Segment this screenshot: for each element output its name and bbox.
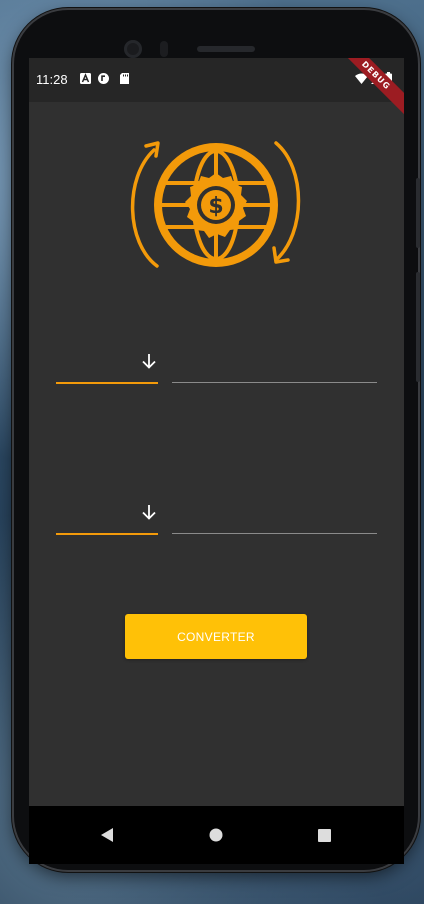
earpiece-speaker <box>197 46 255 52</box>
power-button <box>416 178 420 248</box>
status-time: 11:28 <box>36 72 68 87</box>
back-triangle-icon <box>101 828 113 842</box>
from-amount-input[interactable] <box>172 354 381 378</box>
from-amount-field[interactable] <box>172 334 381 383</box>
to-amount-field[interactable] <box>172 485 381 534</box>
app-screen: 11:28 DEBUG $ CONVERTER <box>29 58 404 864</box>
svg-text:$: $ <box>208 194 223 219</box>
sd-card-icon <box>120 73 129 84</box>
recents-square-icon <box>317 828 331 842</box>
nav-recents-button[interactable] <box>295 806 353 864</box>
navigation-bar <box>29 806 404 864</box>
front-camera <box>124 40 142 58</box>
debug-banner: DEBUG <box>336 58 404 115</box>
app-icon <box>98 73 109 84</box>
to-amount-input[interactable] <box>172 505 381 529</box>
volume-button <box>416 272 420 382</box>
arrow-down-icon <box>142 505 156 520</box>
proximity-sensor <box>160 41 168 57</box>
to-currency-dropdown[interactable] <box>56 485 158 535</box>
to-currency-row <box>56 485 381 545</box>
status-bar: 11:28 DEBUG <box>29 58 404 115</box>
arrow-down-icon <box>142 354 156 369</box>
home-circle-icon <box>209 828 223 842</box>
from-currency-row <box>56 334 381 394</box>
from-currency-dropdown[interactable] <box>56 334 158 384</box>
currency-exchange-globe-icon: $ <box>130 141 301 268</box>
converter-button[interactable]: CONVERTER <box>125 614 307 659</box>
nav-home-button[interactable] <box>187 806 245 864</box>
nav-back-button[interactable] <box>78 806 136 864</box>
a-icon <box>80 73 91 84</box>
